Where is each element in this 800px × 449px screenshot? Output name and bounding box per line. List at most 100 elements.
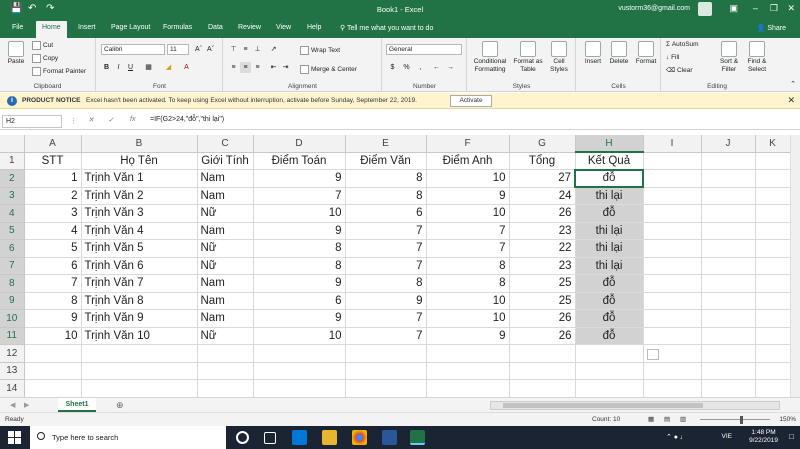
active-cell[interactable]: đỗ [574, 168, 644, 188]
percent-icon[interactable]: % [401, 62, 412, 73]
cell[interactable]: thi lại [575, 222, 644, 240]
cell[interactable]: 8 [345, 274, 427, 293]
fill-button[interactable]: ↓ Fill [666, 54, 679, 62]
cell[interactable] [755, 187, 791, 205]
word-icon[interactable] [382, 430, 397, 445]
cell[interactable]: Giới Tính [197, 152, 254, 170]
cell[interactable] [755, 292, 791, 310]
cell[interactable]: 7 [426, 239, 510, 258]
cell[interactable] [755, 222, 791, 240]
cell[interactable] [755, 362, 791, 380]
cell[interactable] [253, 379, 346, 398]
cell[interactable]: 4 [24, 222, 82, 240]
cell[interactable] [643, 362, 702, 380]
share-button[interactable]: 👤 Share [757, 24, 786, 32]
avatar[interactable] [698, 2, 712, 16]
align-bottom-icon[interactable]: ⊥ [252, 44, 263, 55]
cell[interactable] [643, 379, 702, 398]
cell[interactable]: 7 [345, 257, 427, 275]
cell[interactable] [643, 222, 702, 240]
row-header[interactable]: 3 [0, 187, 25, 205]
cell[interactable]: 2 [24, 187, 82, 205]
close-notice-icon[interactable]: ✕ [787, 95, 795, 106]
cell[interactable] [701, 239, 756, 258]
cell[interactable]: Trịnh Văn 10 [81, 327, 198, 345]
column-header-b[interactable]: B [81, 135, 198, 153]
chrome-icon[interactable] [352, 430, 367, 445]
cell[interactable] [755, 309, 791, 328]
increase-indent-icon[interactable]: ⇥ [280, 62, 291, 73]
column-header-d[interactable]: D [253, 135, 346, 153]
cell[interactable]: Nam [197, 222, 254, 240]
cell[interactable] [701, 187, 756, 205]
column-header-c[interactable]: C [197, 135, 254, 153]
zoom-slider-thumb[interactable] [740, 416, 743, 424]
cell[interactable]: thi lại [575, 239, 644, 258]
cell[interactable]: 8 [253, 257, 346, 275]
user-email[interactable]: vustorm36@gmail.com [618, 5, 690, 12]
cell[interactable]: 9 [345, 292, 427, 310]
insert-function-icon[interactable]: fx [130, 116, 135, 123]
format-painter-button[interactable]: Format Painter [32, 67, 86, 76]
wrap-text-button[interactable]: Wrap Text [300, 46, 340, 55]
decrease-indent-icon[interactable]: ⇤ [268, 62, 279, 73]
sheet-tab[interactable]: Sheet1 [58, 398, 96, 412]
cell[interactable]: 9 [426, 327, 510, 345]
cell[interactable] [81, 379, 198, 398]
cell[interactable]: Trịnh Văn 7 [81, 274, 198, 293]
cell[interactable]: 25 [509, 274, 576, 293]
format-cells-button[interactable]: Format [633, 41, 659, 66]
cell[interactable]: 9 [253, 169, 346, 188]
cell[interactable]: 26 [509, 204, 576, 223]
normal-view-icon[interactable]: ▦ [648, 415, 654, 423]
font-name-dropdown[interactable]: Calibri [101, 44, 165, 55]
cell[interactable]: 25 [509, 292, 576, 310]
horizontal-scrollbar[interactable] [490, 401, 780, 410]
cell[interactable] [24, 344, 82, 363]
cell[interactable] [253, 344, 346, 363]
cell[interactable]: 7 [345, 222, 427, 240]
cell[interactable] [701, 169, 756, 188]
cell[interactable]: 22 [509, 239, 576, 258]
cut-button[interactable]: Cut [32, 41, 53, 50]
cell[interactable] [24, 362, 82, 380]
name-box[interactable]: H2 [2, 115, 62, 128]
conditional-formatting-button[interactable]: Conditional Formatting [471, 41, 509, 74]
cell[interactable] [643, 257, 702, 275]
vertical-scrollbar[interactable] [790, 135, 800, 397]
cell[interactable]: 8 [253, 239, 346, 258]
cell[interactable] [701, 362, 756, 380]
find-select-button[interactable]: Find & Select [744, 41, 770, 74]
next-sheet-icon[interactable]: ▶ [24, 401, 29, 409]
tell-me-box[interactable]: ⚲ Tell me what you want to do [340, 24, 433, 32]
cell[interactable]: 26 [509, 309, 576, 328]
row-header[interactable]: 7 [0, 257, 25, 275]
cell[interactable]: Điểm Toán [253, 152, 346, 170]
cell[interactable] [643, 204, 702, 223]
cell[interactable]: STT [24, 152, 82, 170]
cell[interactable] [643, 187, 702, 205]
cell[interactable]: 7 [426, 222, 510, 240]
cell[interactable]: Trịnh Văn 6 [81, 257, 198, 275]
increase-decimal-icon[interactable]: ← [431, 62, 442, 73]
comma-icon[interactable]: , [415, 62, 426, 73]
cell[interactable]: đỗ [575, 292, 644, 310]
cell[interactable]: 6 [345, 204, 427, 223]
cell[interactable] [509, 379, 576, 398]
cell[interactable] [701, 327, 756, 345]
column-header-g[interactable]: G [509, 135, 576, 153]
underline-icon[interactable]: U [125, 62, 136, 73]
cell[interactable]: đỗ [575, 327, 644, 345]
autosum-button[interactable]: Σ AutoSum [666, 41, 699, 49]
cell[interactable] [509, 362, 576, 380]
tab-review[interactable]: Review [238, 24, 261, 31]
cell[interactable] [426, 344, 510, 363]
cell[interactable] [426, 379, 510, 398]
tab-insert[interactable]: Insert [78, 24, 96, 31]
increase-font-icon[interactable]: Aˆ [193, 44, 204, 55]
cell[interactable]: 9 [24, 309, 82, 328]
cell[interactable] [575, 379, 644, 398]
cell[interactable]: Nam [197, 309, 254, 328]
cell[interactable]: đỗ [575, 204, 644, 223]
cell[interactable]: 9 [253, 309, 346, 328]
